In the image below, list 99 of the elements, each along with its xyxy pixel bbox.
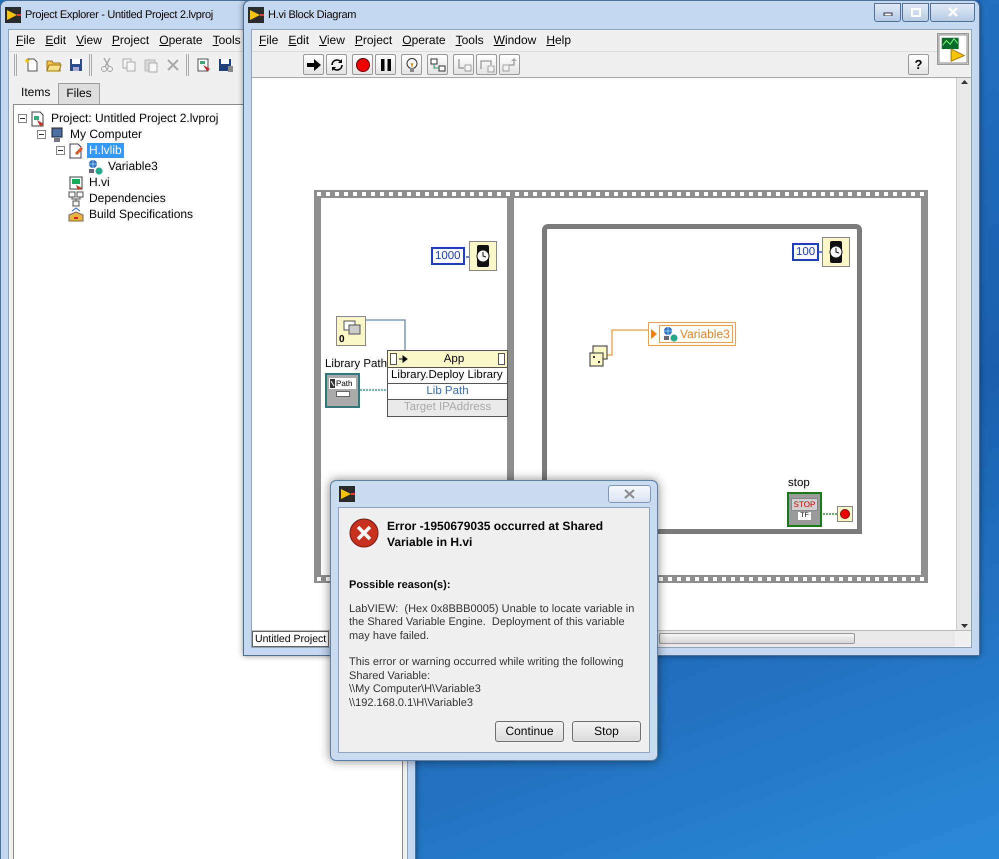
method-name: Library.Deploy Library	[388, 368, 507, 384]
wire	[360, 389, 387, 391]
menu-item[interactable]: Window	[488, 32, 542, 48]
dice-icon	[589, 345, 609, 367]
tab[interactable]: Files	[58, 83, 100, 104]
library-file-icon	[68, 142, 84, 159]
menu-item[interactable]: Tools	[208, 32, 246, 48]
pause-button[interactable]	[375, 54, 396, 75]
control-label: stop	[788, 476, 810, 491]
variable-path: \\192.168.0.1\H\Variable3	[349, 697, 474, 711]
run-continuously-button[interactable]	[326, 54, 347, 75]
menu-item[interactable]: File	[254, 32, 284, 48]
control-label: Library Path	[325, 357, 388, 372]
circular-arrows-icon	[328, 56, 344, 72]
collapse-icon[interactable]	[37, 130, 46, 140]
tree-item[interactable]: My Computer	[68, 127, 144, 142]
menu-item[interactable]: View	[71, 32, 107, 48]
document-icon	[196, 56, 212, 72]
window-title: Project Explorer - Untitled Project 2.lvproj	[25, 8, 213, 22]
path-text: Path	[336, 378, 352, 389]
menu-item[interactable]: Edit	[283, 32, 314, 48]
menu-item[interactable]: Help	[541, 32, 576, 48]
error-icon	[349, 518, 379, 548]
menu-item[interactable]: Tools	[450, 32, 489, 48]
step-out-icon	[502, 56, 518, 72]
minimize-button[interactable]	[874, 2, 901, 22]
scissors-icon	[98, 56, 114, 72]
scrollbar-thumb[interactable]	[659, 633, 855, 644]
network-icon	[68, 190, 84, 207]
windows-icon	[343, 320, 361, 336]
labview-icon	[248, 7, 264, 23]
globe-icon	[87, 158, 103, 175]
wire	[366, 319, 406, 350]
window-title: H.vi Block Diagram	[268, 8, 356, 22]
tree-item[interactable]: Dependencies	[87, 191, 168, 206]
watch-icon	[822, 237, 850, 267]
abort-button[interactable]	[352, 54, 373, 75]
class-name: App	[444, 352, 464, 366]
up-arrow-icon[interactable]	[960, 80, 968, 84]
close-icon	[624, 489, 635, 499]
message-text: LabVIEW: (Hex 0x8BBB0005) Unable to locate variable in the Shared Variable Engine. Deployment of this variable may have failed.	[349, 602, 636, 644]
computer-icon	[49, 126, 65, 143]
collapse-icon[interactable]	[56, 146, 65, 156]
triangle-icon	[651, 329, 657, 339]
menu-item[interactable]: Operate	[154, 32, 208, 48]
section-title: Possible reason(s):	[349, 578, 452, 593]
stop-text: STOP	[790, 498, 818, 511]
light-bulb-icon	[404, 56, 420, 72]
stop-icon	[354, 56, 370, 72]
menu-item[interactable]: Project	[350, 32, 398, 48]
dialog-button[interactable]: Continue	[495, 720, 564, 742]
error-heading: Error -1950679035 occurred at Shared Variable in H.vi	[387, 518, 604, 550]
tree-item[interactable]: Variable3	[106, 159, 160, 174]
parameter-row: Target IPAddress	[388, 400, 507, 416]
message-text: This error or warning occurred while writing the following Shared Variable:	[349, 656, 625, 684]
tree-item[interactable]: H.vi	[87, 175, 112, 190]
variable-path: \\My Computer\H\Variable3	[349, 683, 482, 698]
variable-name: Variable3	[680, 326, 730, 342]
x-mark-icon	[164, 56, 180, 72]
help-button[interactable]: ?	[908, 54, 929, 75]
data-type-icon	[336, 391, 350, 397]
collapse-icon[interactable]	[18, 114, 27, 124]
numeric-constant: 1000	[431, 247, 465, 265]
copy-icon	[120, 56, 136, 72]
labview-icon	[5, 7, 21, 23]
clipboard-icon	[142, 56, 158, 72]
menu-item[interactable]: File	[11, 32, 40, 48]
maximize-icon	[910, 8, 920, 16]
tree-item[interactable]: Build Specifications	[87, 207, 196, 222]
dialog-button[interactable]: Stop	[572, 720, 641, 742]
numeric-constant: 100	[792, 243, 820, 261]
index-label: 0	[339, 335, 345, 345]
step-into-icon	[456, 56, 472, 72]
close-button[interactable]	[608, 485, 651, 503]
document-icon	[24, 56, 40, 72]
maximize-button[interactable]	[902, 2, 929, 22]
vi-icon	[937, 33, 969, 65]
globe-icon	[662, 326, 678, 342]
vi-file-icon	[68, 174, 84, 191]
labview-icon	[339, 486, 355, 502]
tree-item[interactable]: Project: Untitled Project 2.lvproj	[49, 111, 220, 126]
project-file-icon	[30, 110, 46, 127]
probe-boxes-icon	[430, 56, 446, 72]
run-button[interactable]	[303, 54, 324, 75]
menu-item[interactable]: Project	[106, 32, 154, 48]
menu-item[interactable]: Edit	[40, 32, 72, 48]
project-indicator: Untitled Project	[252, 631, 330, 647]
package-icon	[68, 206, 84, 223]
highlight-execution-button[interactable]	[401, 54, 422, 75]
stop-condition-icon	[837, 506, 853, 522]
menu-item[interactable]: Operate	[397, 32, 451, 48]
arrow-icon	[306, 56, 322, 72]
down-arrow-icon[interactable]	[960, 624, 968, 628]
watch-icon	[469, 241, 497, 271]
menu-item[interactable]: View	[314, 32, 350, 48]
tab[interactable]: Items	[13, 81, 58, 104]
retain-wire-values-button[interactable]	[427, 54, 448, 75]
close-icon	[948, 7, 958, 17]
close-button[interactable]	[930, 2, 975, 22]
